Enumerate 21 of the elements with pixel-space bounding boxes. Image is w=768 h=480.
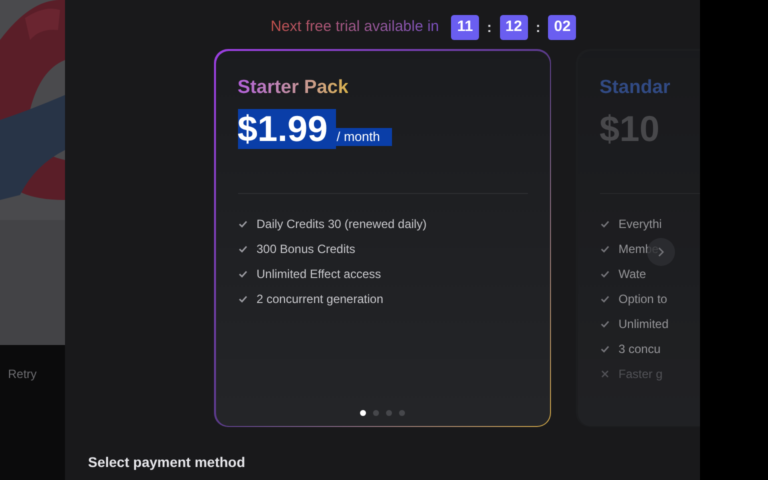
- feature-text: Option to: [618, 290, 668, 306]
- retry-link[interactable]: Retry: [8, 365, 37, 383]
- feature-text: Daily Credits 30 (renewed daily): [256, 216, 427, 232]
- feature-text: 2 concurrent generation: [256, 290, 384, 306]
- plan-title: Standar: [600, 76, 670, 98]
- price-period: / month: [336, 128, 392, 146]
- payment-heading: Select payment method: [88, 454, 246, 470]
- feature-text: 3 concu: [618, 340, 661, 356]
- feature-text: Unlimited Effect access: [256, 266, 381, 282]
- feature-text: Wate: [618, 266, 646, 282]
- timer-separator: :: [536, 18, 540, 36]
- timer-separator: :: [487, 18, 492, 36]
- chevron-right-icon: [657, 247, 665, 257]
- plan-price: $1.99: [238, 108, 336, 148]
- timer-digits: 12: [500, 14, 528, 40]
- timer-digits: 02: [548, 14, 576, 40]
- plan-card[interactable]: Starter Pack $1.99 / month Daily Credits 30 (renewed daily) 300 Bonus Credits Unlimited Effect access 2 concurrent generation: [214, 49, 551, 427]
- timer-digits: 11: [451, 14, 480, 40]
- feature-text: Unlimited: [618, 316, 669, 332]
- feature-text: Everythi: [618, 216, 662, 232]
- feature-text: 300 Bonus Credits: [256, 240, 356, 256]
